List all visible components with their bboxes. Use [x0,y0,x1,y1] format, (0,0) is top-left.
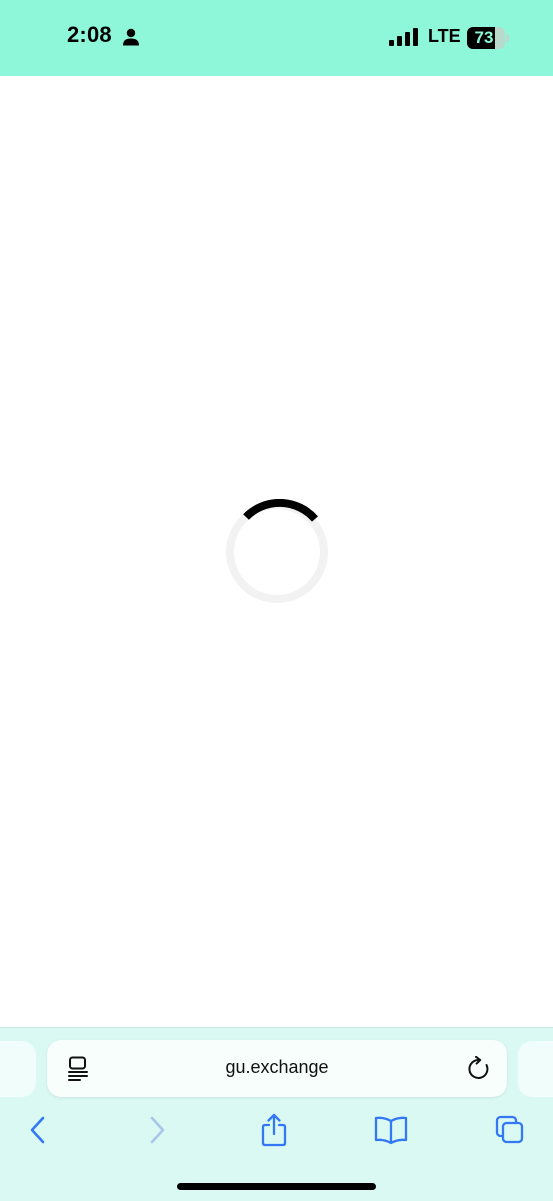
browser-bottom-bar: gu.exchange [0,1027,553,1201]
loading-spinner-icon [226,499,328,603]
previous-tab-preview[interactable] [0,1041,36,1097]
forward-button[interactable] [137,1110,177,1150]
address-bar[interactable]: gu.exchange [47,1040,507,1097]
home-indicator[interactable] [177,1183,376,1190]
reload-icon[interactable] [466,1056,492,1082]
tabs-button[interactable] [490,1110,530,1150]
person-icon [123,28,139,46]
next-tab-preview[interactable] [518,1041,553,1097]
cellular-signal-icon [389,28,418,46]
status-time: 2:08 [67,22,112,47]
web-content [0,76,553,1027]
tabs-icon [495,1115,524,1144]
network-type-label: LTE [428,26,461,46]
reader-mode-icon[interactable] [67,1056,91,1082]
bookmarks-button[interactable] [371,1110,411,1150]
share-button[interactable] [254,1110,294,1150]
forward-chevron-icon [150,1116,165,1144]
url-text[interactable]: gu.exchange [107,1057,447,1078]
battery-icon: 73 [467,27,511,49]
back-chevron-icon [30,1116,45,1144]
status-bar: 2:08 LTE 73 [0,0,553,76]
bookmarks-book-icon [374,1116,408,1145]
battery-level: 73 [474,28,494,47]
share-icon [261,1113,287,1147]
back-button[interactable] [18,1110,58,1150]
